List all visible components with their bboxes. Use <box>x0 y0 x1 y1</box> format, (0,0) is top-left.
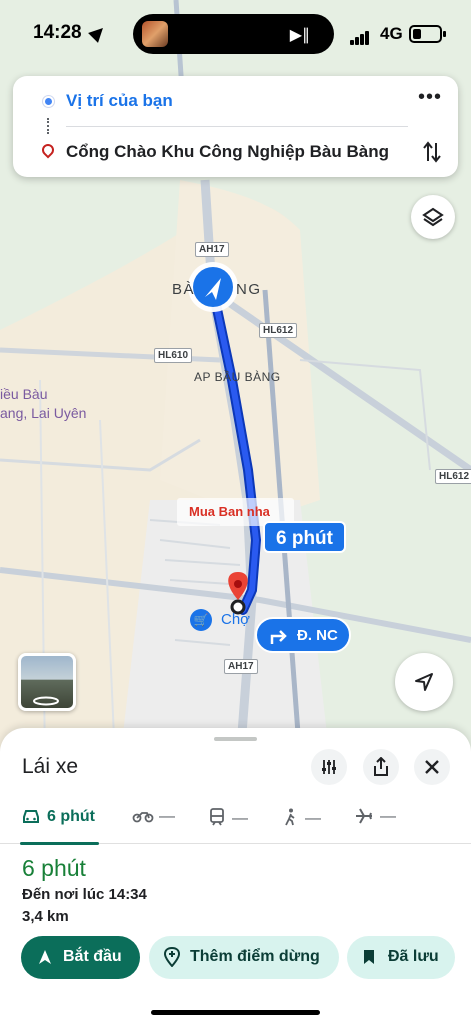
flight-icon <box>356 808 372 824</box>
sheet-drag-handle[interactable] <box>214 737 257 741</box>
sheet-title: Lái xe <box>22 755 79 778</box>
area-label: BÀ <box>172 281 196 298</box>
share-button[interactable] <box>363 749 399 785</box>
layers-button[interactable] <box>411 195 455 239</box>
turn-instruction-chip[interactable]: Đ. NC <box>255 617 351 653</box>
network-type: 4G <box>380 24 403 43</box>
route-card[interactable]: Vị trí của bạn Cổng Chào Khu Công Nghiệp… <box>13 76 458 177</box>
road-shield-hl610: HL610 <box>154 348 193 363</box>
tab-flight[interactable]: — <box>355 808 396 826</box>
card-divider <box>66 126 408 127</box>
close-icon <box>425 760 439 774</box>
tab-motorbike[interactable]: — <box>132 808 175 826</box>
place-label-2: ang, Lai Uyên <box>0 405 87 421</box>
now-playing-artwork <box>142 21 168 47</box>
road-shield-hl612-b: HL612 <box>435 469 471 484</box>
rotate-360-icon <box>33 696 59 706</box>
road-shield-ah17: AH17 <box>195 242 229 257</box>
home-indicator[interactable] <box>151 1010 320 1015</box>
cellular-signal-icon <box>350 27 370 45</box>
tab-driving[interactable]: 6 phút <box>22 808 95 826</box>
destination-field[interactable]: Cổng Chào Khu Công Nghiệp Bàu Bàng <box>66 142 389 162</box>
tab-walking[interactable]: — <box>283 808 321 828</box>
active-tab-indicator <box>20 842 99 845</box>
share-icon <box>374 757 388 776</box>
car-icon <box>23 810 39 823</box>
motorbike-icon <box>132 812 154 823</box>
origin-dot-icon <box>43 96 54 107</box>
street-view-thumbnail[interactable] <box>18 653 76 711</box>
market-label[interactable]: Chợ <box>221 611 250 628</box>
walk-icon <box>285 808 295 826</box>
route-connector <box>47 118 50 134</box>
road-shield-ah17-b: AH17 <box>224 659 258 674</box>
more-options-icon[interactable]: ••• <box>418 87 442 107</box>
dynamic-island[interactable]: ▶∥ <box>133 14 334 54</box>
road-shield-hl612: HL612 <box>259 323 298 338</box>
shopping-cart-icon[interactable]: 🛒 <box>190 609 212 631</box>
close-button[interactable] <box>414 749 450 785</box>
sound-wave-icon: ▶∥ <box>289 27 310 44</box>
route-options-button[interactable] <box>311 749 347 785</box>
tab-transit[interactable]: — <box>209 808 248 828</box>
place-label: iều Bàu <box>0 386 48 402</box>
route-time-chip[interactable]: 6 phút <box>263 521 346 553</box>
hamlet-label: AP BẦU BÀNG <box>194 370 281 384</box>
add-stop-button[interactable]: Thêm điểm dừng <box>149 936 339 979</box>
battery-icon <box>409 25 442 43</box>
clock: 14:28 <box>33 22 82 43</box>
my-location-button[interactable] <box>395 653 453 711</box>
arrival-time: Đến nơi lúc 14:34 <box>22 886 147 903</box>
navigation-icon <box>39 950 51 964</box>
directions-sheet[interactable]: Lái xe 6 phút — — — — 6 phút Đến nơi lúc… <box>0 728 471 1024</box>
trip-distance: 3,4 km <box>22 908 69 925</box>
origin-field[interactable]: Vị trí của bạn <box>66 91 173 111</box>
trip-duration: 6 phút <box>22 855 86 881</box>
area-label-end: NG <box>236 281 262 298</box>
navigation-arrow-icon <box>415 673 433 691</box>
swap-icon[interactable] <box>423 140 441 164</box>
start-button[interactable]: Bắt đầu <box>21 936 140 979</box>
tune-icon <box>322 760 336 774</box>
bookmark-icon <box>364 950 374 964</box>
saved-button[interactable]: Đã lưu <box>347 936 455 979</box>
add-location-icon <box>163 947 181 967</box>
destination-pin-icon <box>39 141 57 159</box>
status-bar: 14:28 ▶∥ 4G <box>0 0 471 70</box>
layers-icon <box>422 207 444 227</box>
battery-tip <box>443 31 446 37</box>
turn-right-icon <box>270 630 287 644</box>
transit-icon <box>210 808 224 826</box>
location-services-icon <box>88 23 108 43</box>
travel-mode-tabs: 6 phút — — — — <box>0 802 471 845</box>
